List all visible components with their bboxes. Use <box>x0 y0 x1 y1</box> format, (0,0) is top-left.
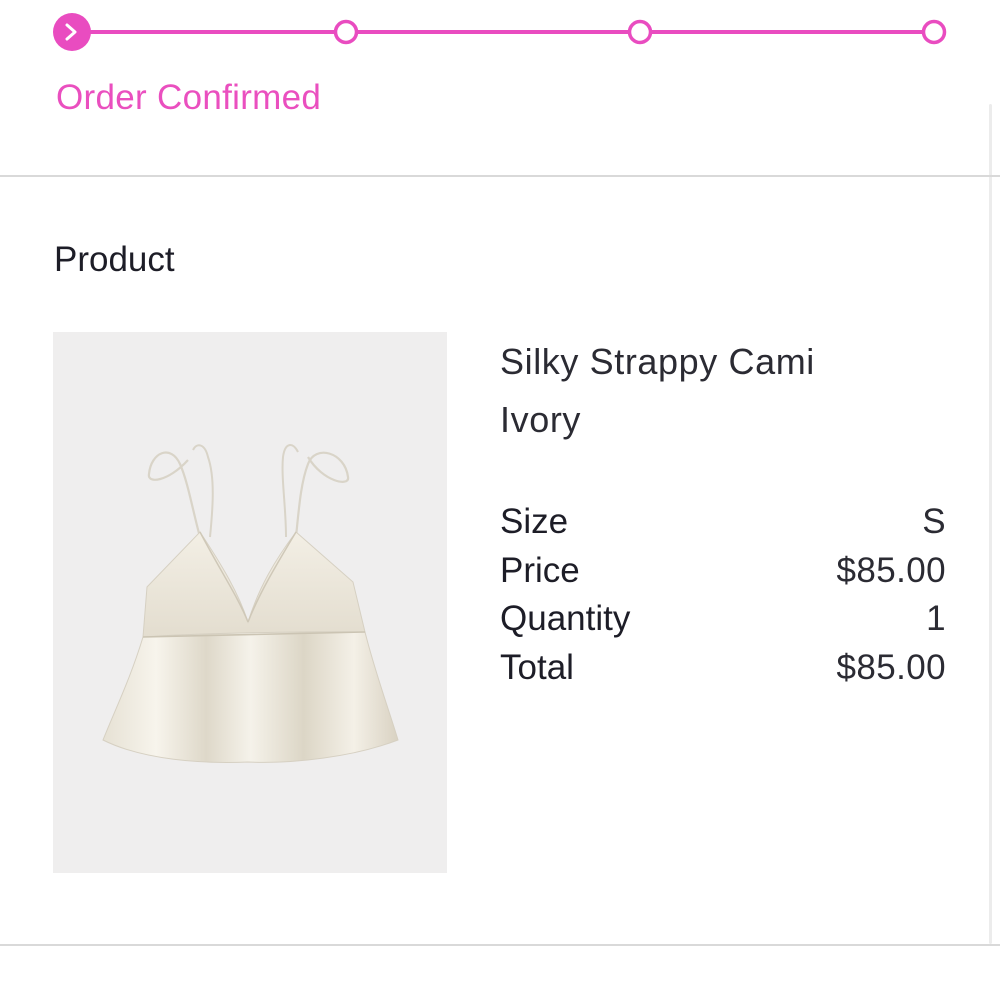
product-image <box>53 332 447 873</box>
detail-row-total: Total $85.00 <box>500 646 946 695</box>
product-color: Ivory <box>500 399 582 440</box>
divider <box>0 944 1000 946</box>
order-progress-tracker <box>53 13 947 51</box>
divider <box>0 175 1000 177</box>
order-confirmation-page: Order Confirmed Product Silky Strappy Ca… <box>0 0 1000 1000</box>
order-status-label: Order Confirmed <box>56 78 322 117</box>
product-section-title: Product <box>54 240 175 279</box>
progress-step-1 <box>53 13 91 51</box>
quantity-label: Quantity <box>500 599 631 638</box>
progress-step-2 <box>333 19 359 45</box>
price-label: Price <box>500 550 580 590</box>
detail-row-quantity: Quantity 1 <box>500 597 946 646</box>
detail-row-size: Size S <box>500 500 946 549</box>
scrollbar[interactable] <box>989 104 992 944</box>
size-label: Size <box>500 502 569 541</box>
price-value: $85.00 <box>836 550 946 590</box>
total-label: Total <box>500 647 574 687</box>
product-name[interactable]: Silky Strappy Cami <box>500 341 815 383</box>
detail-row-price: Price $85.00 <box>500 549 946 598</box>
silky-cami-product-photo <box>102 444 399 763</box>
product-details: Size S Price $85.00 Quantity 1 Total $85… <box>500 500 946 694</box>
size-value: S <box>922 502 946 541</box>
total-value: $85.00 <box>836 647 946 687</box>
quantity-value: 1 <box>926 599 946 638</box>
progress-step-4 <box>921 19 947 45</box>
progress-step-3 <box>627 19 653 45</box>
